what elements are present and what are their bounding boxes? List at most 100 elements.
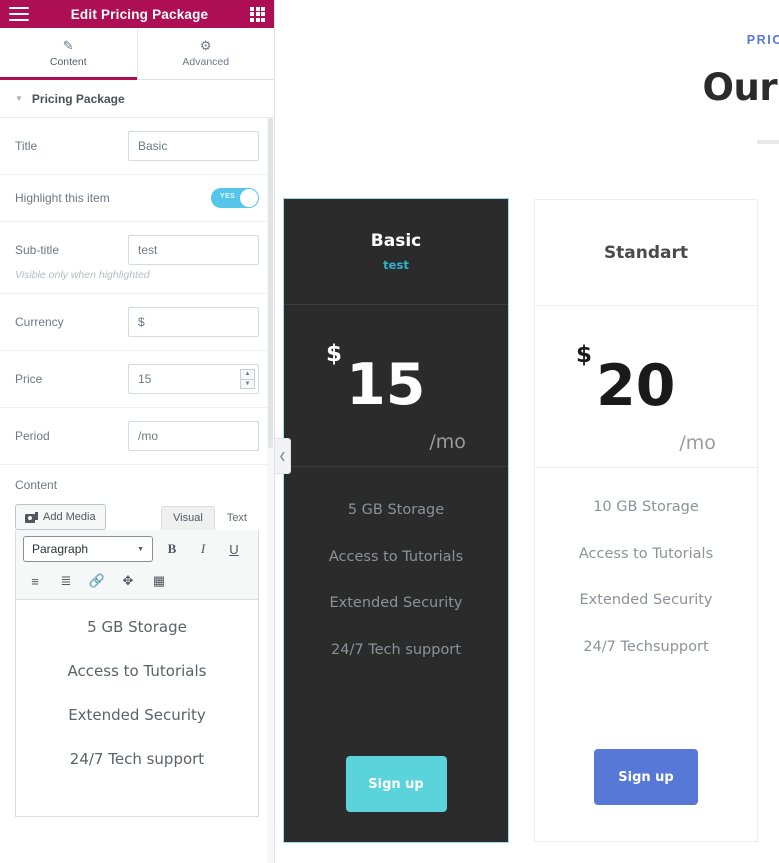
panel-body: Title Highlight this item YES Sub-title … [0, 118, 274, 863]
add-media-button[interactable]: Add Media [15, 504, 106, 530]
numbered-list-icon[interactable]: ≣ [54, 569, 78, 593]
gear-icon: ⚙ [199, 38, 212, 53]
control-period: Period [0, 408, 274, 465]
feature-item: 10 GB Storage [593, 499, 699, 515]
format-select[interactable]: Paragraph ▼ [23, 536, 153, 562]
stepper-up-icon[interactable]: ▲ [241, 370, 254, 380]
title-label: Title [15, 139, 38, 153]
section-label: Pricing Package [31, 91, 125, 106]
subtitle-hint: Visible only when highlighted [0, 269, 274, 294]
tab-visual[interactable]: Visual [161, 506, 215, 530]
bullet-list-icon[interactable]: ≡ [23, 569, 47, 593]
card-footer: Sign up [284, 756, 508, 842]
highlight-toggle[interactable]: YES [211, 188, 259, 208]
bold-button[interactable]: B [160, 537, 184, 561]
card-footer: Sign up [535, 749, 757, 841]
grid-icon[interactable] [250, 6, 265, 22]
control-title: Title [0, 118, 274, 175]
currency-label: Currency [15, 315, 64, 329]
panel-scrollbar[interactable] [267, 118, 274, 863]
price-label: Price [15, 372, 43, 386]
currency-input[interactable] [128, 307, 259, 337]
elementor-editor-panel: Edit Pricing Package ✎ Content ⚙ Advance… [0, 0, 275, 863]
heading-divider [757, 140, 779, 144]
control-content: Content Add Media Visual Text Paragraph … [0, 465, 274, 827]
card-features: 10 GB Storage Access to Tutorials Extend… [535, 468, 757, 749]
feature-item: Extended Security [579, 592, 713, 608]
signup-button[interactable]: Sign up [594, 749, 698, 805]
chevron-left-icon: ❮ [278, 450, 287, 461]
card-header: Basic test [284, 199, 508, 305]
editor-line: Extended Security [68, 706, 206, 724]
content-label: Content [15, 478, 58, 492]
editor-top-bar: Add Media Visual Text [15, 500, 259, 530]
section-pricing-package[interactable]: ▼ Pricing Package [0, 80, 274, 118]
hamburger-icon[interactable] [9, 7, 29, 21]
price-currency: $ [326, 341, 343, 367]
panel-tabs: ✎ Content ⚙ Advanced [0, 28, 274, 80]
camera-icon [25, 511, 38, 523]
card-price: $ 15 /mo [284, 305, 508, 467]
feature-item: Extended Security [329, 595, 463, 611]
control-currency: Currency [0, 294, 274, 351]
feature-item: Access to Tutorials [328, 548, 464, 565]
price-value: 20 [596, 353, 676, 419]
card-features: 5 GB Storage Access to Tutorials Extende… [284, 467, 508, 756]
highlight-label: Highlight this item [15, 191, 110, 205]
chevron-down-icon: ▼ [15, 94, 23, 103]
pricing-card-basic[interactable]: Basic test $ 15 /mo 5 GB Storage Access … [283, 198, 509, 843]
subtitle-label: Sub-title [15, 243, 60, 257]
feature-item: 5 GB Storage [347, 502, 445, 518]
tab-content[interactable]: ✎ Content [0, 28, 138, 80]
tab-content-label: Content [49, 56, 87, 68]
app-root: Edit Pricing Package ✎ Content ⚙ Advance… [0, 0, 779, 863]
card-title: Basic [370, 231, 422, 251]
panel-collapse-handle[interactable]: ❮ [275, 438, 291, 474]
price-period: /mo [679, 432, 716, 454]
period-label: Period [15, 429, 50, 443]
feature-item: 24/7 Tech support [331, 641, 461, 658]
price-currency: $ [576, 342, 593, 368]
price-period: /mo [429, 431, 466, 453]
toggle-knob [240, 189, 258, 207]
control-price: Price ▲ ▼ [0, 351, 274, 408]
underline-button[interactable]: U [222, 537, 246, 561]
card-header: Standart [535, 200, 757, 306]
editor-toolbar: Paragraph ▼ B I U ≡ ≣ 🔗 ✥ ▦ [15, 530, 259, 600]
editor-line: 24/7 Tech support [69, 750, 205, 768]
tab-advanced-label: Advanced [182, 56, 230, 68]
editor-mode-tabs: Visual Text [161, 506, 259, 530]
link-icon[interactable]: 🔗 [85, 569, 109, 593]
card-title: Standart [603, 242, 689, 263]
signup-button[interactable]: Sign up [345, 756, 447, 812]
tab-text[interactable]: Text [215, 506, 259, 530]
editor-line: Access to Tutorials [67, 662, 207, 680]
pricing-card-standart[interactable]: Standart $ 20 /mo 10 GB Storage Access t… [534, 199, 758, 842]
feature-item: Access to Tutorials [578, 545, 714, 562]
subtitle-input[interactable] [128, 235, 259, 265]
add-media-label: Add Media [43, 511, 96, 523]
editor-line: 5 GB Storage [87, 618, 187, 636]
control-highlight: Highlight this item YES [0, 175, 274, 222]
pencil-icon: ✎ [62, 38, 74, 53]
italic-button[interactable]: I [191, 537, 215, 561]
card-price: $ 20 /mo [535, 306, 757, 468]
editor-content-area[interactable]: 5 GB Storage Access to Tutorials Extende… [15, 600, 259, 817]
price-stepper[interactable]: ▲ ▼ [240, 369, 255, 389]
toggle-state-label: YES [220, 193, 235, 200]
period-input[interactable] [128, 421, 259, 451]
title-input[interactable] [128, 131, 259, 161]
card-subtitle: test [383, 258, 409, 272]
fullscreen-icon[interactable]: ✥ [116, 569, 140, 593]
tab-advanced[interactable]: ⚙ Advanced [137, 28, 274, 79]
toolbar-toggle-icon[interactable]: ▦ [147, 569, 171, 593]
preview-eyebrow: PRIC [746, 33, 779, 47]
format-select-value: Paragraph [32, 542, 89, 556]
chevron-down-icon: ▼ [137, 545, 144, 553]
control-subtitle: Sub-title [0, 222, 274, 269]
page-title: Our Pac [702, 66, 779, 109]
price-value: 15 [346, 352, 426, 418]
stepper-down-icon[interactable]: ▼ [241, 380, 254, 389]
page-preview: PRIC Our Pac Basic test $ 15 /mo 5 GB St… [275, 0, 779, 863]
feature-item: 24/7 Techsupport [583, 638, 709, 655]
